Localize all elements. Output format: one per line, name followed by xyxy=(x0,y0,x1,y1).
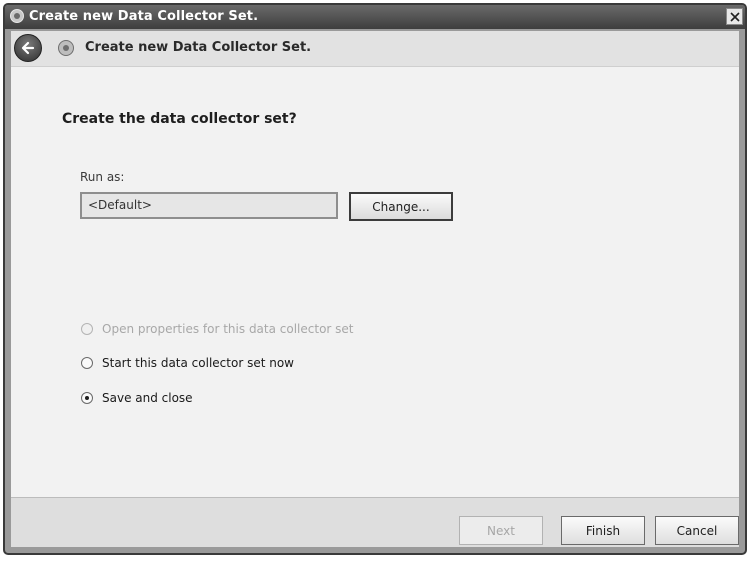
radio-label: Open properties for this data collector … xyxy=(102,322,354,336)
back-arrow-icon xyxy=(21,41,35,55)
radio-button[interactable] xyxy=(81,392,93,404)
run-as-field: <Default> xyxy=(80,192,338,219)
close-icon xyxy=(729,11,740,22)
finish-button[interactable]: Finish xyxy=(561,516,645,545)
change-button[interactable]: Change... xyxy=(349,192,453,221)
title-bar: Create new Data Collector Set. xyxy=(5,5,745,29)
radio-open-properties: Open properties for this data collector … xyxy=(81,320,354,338)
wizard-footer: Next Finish Cancel xyxy=(11,497,739,547)
close-button[interactable] xyxy=(726,8,743,25)
radio-button[interactable] xyxy=(81,357,93,369)
radio-label: Start this data collector set now xyxy=(102,356,294,370)
wizard-header: Create new Data Collector Set. xyxy=(11,31,739,67)
radio-button xyxy=(81,323,93,335)
radio-start-now[interactable]: Start this data collector set now xyxy=(81,354,294,372)
wizard-title: Create new Data Collector Set. xyxy=(85,40,312,55)
wizard-content: Create the data collector set? Run as: <… xyxy=(11,67,739,497)
window-title: Create new Data Collector Set. xyxy=(29,9,259,24)
radio-label: Save and close xyxy=(102,391,193,405)
run-as-label: Run as: xyxy=(80,170,125,184)
dialog-window: Create new Data Collector Set. Create ne… xyxy=(3,3,747,555)
back-button[interactable] xyxy=(14,34,42,62)
page-question: Create the data collector set? xyxy=(62,111,297,127)
data-collector-icon xyxy=(10,9,24,23)
cancel-button[interactable]: Cancel xyxy=(655,516,739,545)
data-collector-icon xyxy=(58,40,74,56)
next-button[interactable]: Next xyxy=(459,516,543,545)
dialog-client: Create new Data Collector Set. Create th… xyxy=(11,31,739,547)
radio-save-and-close[interactable]: Save and close xyxy=(81,389,193,407)
